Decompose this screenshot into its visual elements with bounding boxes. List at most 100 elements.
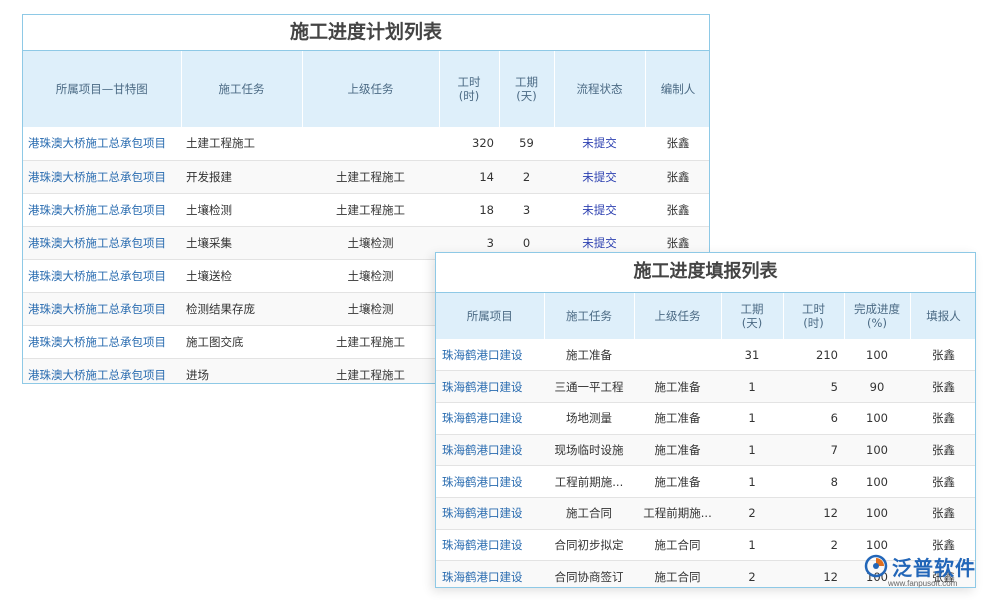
project-link[interactable]: 珠海鹤港口建设 — [436, 529, 544, 561]
parent-task-cell: 土建工程施工 — [302, 160, 439, 193]
col-header-project[interactable]: 所属项目—甘特图 — [23, 51, 181, 127]
days-cell: 59 — [499, 127, 554, 160]
task-cell: 三通一平工程 — [544, 371, 634, 403]
project-link[interactable]: 港珠澳大桥施工总承包项目 — [23, 325, 181, 358]
hours-cell: 210 — [783, 339, 844, 371]
col-header-hours[interactable]: 工时 (时) — [783, 293, 844, 339]
col-header-hours[interactable]: 工时 (时) — [439, 51, 499, 127]
parent-task-cell: 施工准备 — [634, 371, 721, 403]
progress-cell: 100 — [844, 466, 910, 498]
table-row[interactable]: 珠海鹤港口建设施工准备31210100张鑫 — [436, 339, 976, 371]
col-header-days[interactable]: 工期 (天) — [721, 293, 783, 339]
days-cell: 1 — [721, 402, 783, 434]
project-link[interactable]: 港珠澳大桥施工总承包项目 — [23, 292, 181, 325]
project-link[interactable]: 港珠澳大桥施工总承包项目 — [23, 127, 181, 160]
task-cell: 检测结果存庞 — [181, 292, 302, 325]
project-link[interactable]: 港珠澳大桥施工总承包项目 — [23, 226, 181, 259]
parent-task-cell: 施工准备 — [634, 434, 721, 466]
parent-task-cell: 施工合同 — [634, 561, 721, 588]
table-row[interactable]: 珠海鹤港口建设三通一平工程施工准备1590张鑫 — [436, 371, 976, 403]
status-link[interactable]: 未提交 — [554, 160, 645, 193]
fanpu-logo-icon — [864, 554, 888, 578]
col-header-parent-task[interactable]: 上级任务 — [302, 51, 439, 127]
table-row[interactable]: 港珠澳大桥施工总承包项目开发报建土建工程施工142未提交张鑫 — [23, 160, 710, 193]
parent-task-cell: 土壤检测 — [302, 292, 439, 325]
project-link[interactable]: 珠海鹤港口建设 — [436, 466, 544, 498]
col-header-progress[interactable]: 完成进度 (%) — [844, 293, 910, 339]
reporter-cell: 张鑫 — [910, 497, 976, 529]
hours-cell: 8 — [783, 466, 844, 498]
task-cell: 施工图交底 — [181, 325, 302, 358]
task-cell: 现场临时设施 — [544, 434, 634, 466]
hours-cell: 7 — [783, 434, 844, 466]
hours-cell: 2 — [783, 529, 844, 561]
watermark-brand: 泛普软件 — [892, 552, 976, 581]
col-header-task[interactable]: 施工任务 — [181, 51, 302, 127]
col-header-parent-task[interactable]: 上级任务 — [634, 293, 721, 339]
days-cell: 1 — [721, 371, 783, 403]
project-link[interactable]: 珠海鹤港口建设 — [436, 339, 544, 371]
project-link[interactable]: 珠海鹤港口建设 — [436, 561, 544, 588]
hours-cell: 6 — [783, 402, 844, 434]
report-table: 所属项目 施工任务 上级任务 工期 (天) 工时 (时) 完成进度 (%) 填报… — [436, 293, 976, 588]
table-row[interactable]: 珠海鹤港口建设工程前期施...施工准备18100张鑫 — [436, 466, 976, 498]
report-table-header: 所属项目 施工任务 上级任务 工期 (天) 工时 (时) 完成进度 (%) 填报… — [436, 293, 976, 339]
author-cell: 张鑫 — [645, 127, 710, 160]
report-list-panel: 施工进度填报列表 所属项目 施工任务 上级任务 工期 (天) 工时 (时) 完成… — [435, 252, 976, 588]
task-cell: 开发报建 — [181, 160, 302, 193]
task-cell: 土建工程施工 — [181, 127, 302, 160]
reporter-cell: 张鑫 — [910, 371, 976, 403]
task-cell: 土壤检测 — [181, 193, 302, 226]
task-cell: 施工准备 — [544, 339, 634, 371]
parent-task-cell: 土建工程施工 — [302, 358, 439, 384]
col-header-days[interactable]: 工期 (天) — [499, 51, 554, 127]
project-link[interactable]: 港珠澳大桥施工总承包项目 — [23, 358, 181, 384]
watermark-url: www.fanpusoft.com — [888, 579, 957, 588]
col-header-project[interactable]: 所属项目 — [436, 293, 544, 339]
task-cell: 土壤采集 — [181, 226, 302, 259]
hours-cell: 12 — [783, 561, 844, 588]
hours-cell: 12 — [783, 497, 844, 529]
parent-task-cell: 施工准备 — [634, 402, 721, 434]
status-link[interactable]: 未提交 — [554, 193, 645, 226]
col-header-status[interactable]: 流程状态 — [554, 51, 645, 127]
hours-cell: 320 — [439, 127, 499, 160]
status-link[interactable]: 未提交 — [554, 127, 645, 160]
hours-cell: 18 — [439, 193, 499, 226]
progress-cell: 100 — [844, 497, 910, 529]
col-header-reporter[interactable]: 填报人 — [910, 293, 976, 339]
parent-task-cell — [634, 339, 721, 371]
project-link[interactable]: 港珠澳大桥施工总承包项目 — [23, 259, 181, 292]
project-link[interactable]: 珠海鹤港口建设 — [436, 434, 544, 466]
days-cell: 3 — [499, 193, 554, 226]
reporter-cell: 张鑫 — [910, 466, 976, 498]
progress-cell: 100 — [844, 434, 910, 466]
table-row[interactable]: 港珠澳大桥施工总承包项目土壤检测土建工程施工183未提交张鑫 — [23, 193, 710, 226]
project-link[interactable]: 珠海鹤港口建设 — [436, 402, 544, 434]
col-header-author[interactable]: 编制人 — [645, 51, 710, 127]
days-cell: 2 — [499, 160, 554, 193]
task-cell: 进场 — [181, 358, 302, 384]
table-row[interactable]: 珠海鹤港口建设施工合同工程前期施...212100张鑫 — [436, 497, 976, 529]
col-header-task[interactable]: 施工任务 — [544, 293, 634, 339]
table-row[interactable]: 珠海鹤港口建设现场临时设施施工准备17100张鑫 — [436, 434, 976, 466]
days-cell: 1 — [721, 466, 783, 498]
project-link[interactable]: 港珠澳大桥施工总承包项目 — [23, 193, 181, 226]
task-cell: 土壤送检 — [181, 259, 302, 292]
reporter-cell: 张鑫 — [910, 402, 976, 434]
author-cell: 张鑫 — [645, 193, 710, 226]
project-link[interactable]: 珠海鹤港口建设 — [436, 497, 544, 529]
fanpu-watermark: 泛普软件 www.fanpusoft.com — [858, 552, 998, 596]
table-row[interactable]: 港珠澳大桥施工总承包项目土建工程施工 32059未提交张鑫 — [23, 127, 710, 160]
days-cell: 31 — [721, 339, 783, 371]
task-cell: 场地测量 — [544, 402, 634, 434]
author-cell: 张鑫 — [645, 160, 710, 193]
project-link[interactable]: 港珠澳大桥施工总承包项目 — [23, 160, 181, 193]
parent-task-cell: 土壤检测 — [302, 226, 439, 259]
table-row[interactable]: 珠海鹤港口建设场地测量施工准备16100张鑫 — [436, 402, 976, 434]
task-cell: 施工合同 — [544, 497, 634, 529]
days-cell: 1 — [721, 529, 783, 561]
parent-task-cell — [302, 127, 439, 160]
project-link[interactable]: 珠海鹤港口建设 — [436, 371, 544, 403]
parent-task-cell: 工程前期施... — [634, 497, 721, 529]
